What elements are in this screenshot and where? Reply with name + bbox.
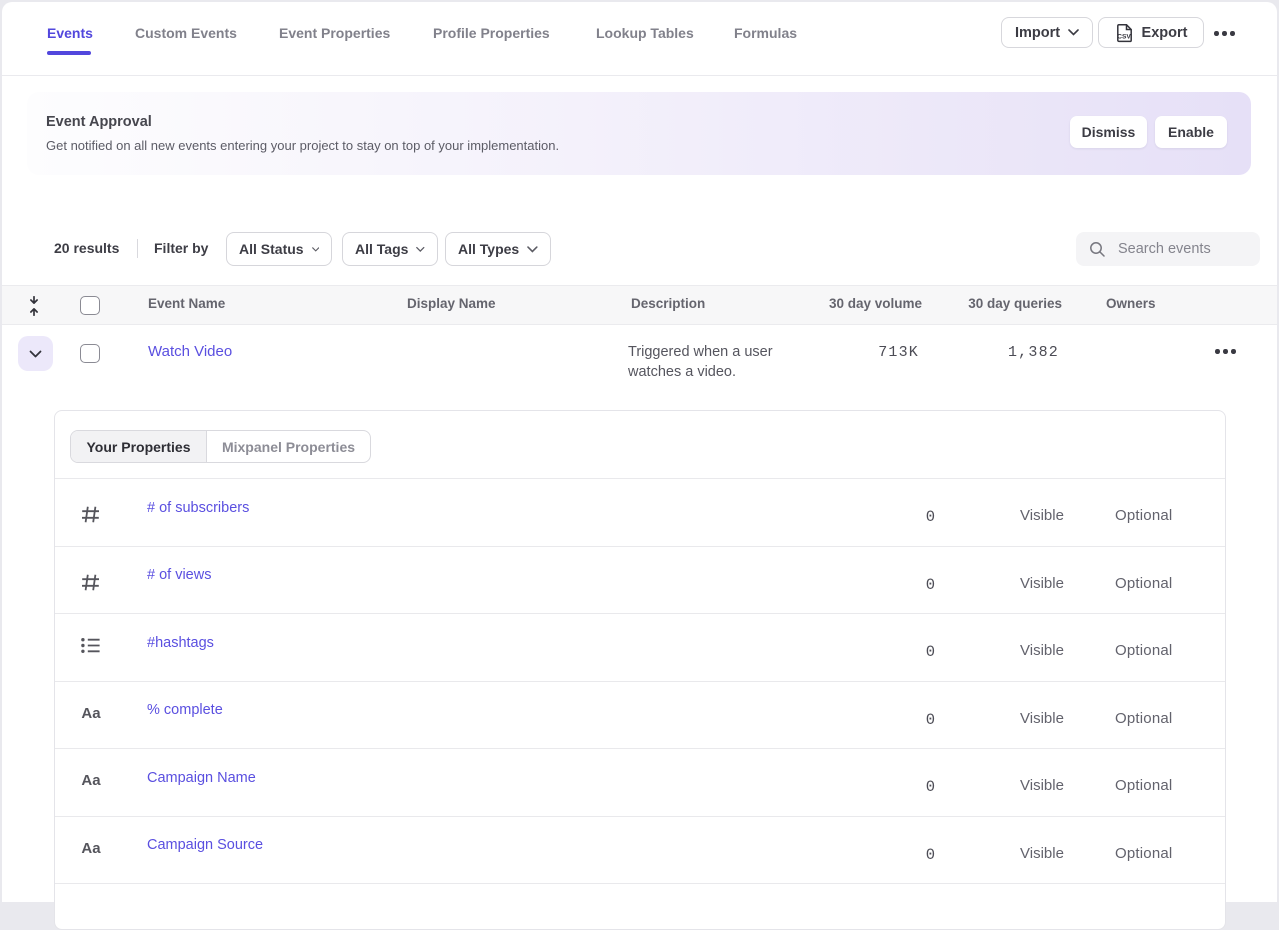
svg-text:CSV: CSV: [1117, 33, 1131, 40]
